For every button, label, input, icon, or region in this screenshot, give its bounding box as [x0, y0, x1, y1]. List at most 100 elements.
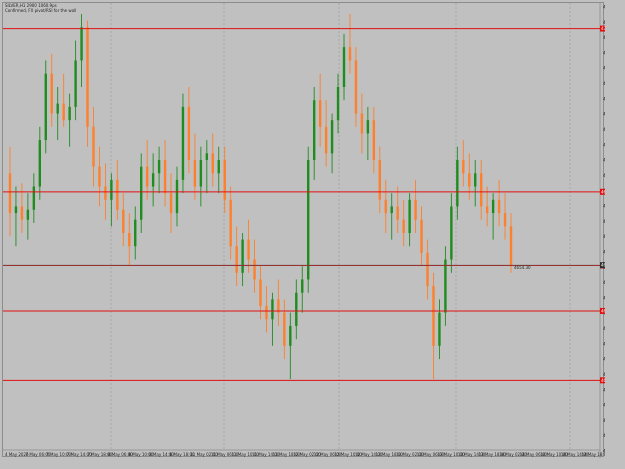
candle-body: [128, 232, 131, 247]
candle-body: [342, 47, 346, 87]
candle-body: [438, 312, 441, 346]
candle-body: [98, 166, 101, 187]
price-tick-label: 4616.70: [603, 387, 605, 392]
candle-body: [509, 226, 513, 267]
candle-body: [307, 159, 310, 280]
price-tick-label: 4732.10: [603, 5, 605, 10]
candle-body: [211, 153, 214, 174]
candle-body: [402, 219, 405, 233]
indicator-header: Confirmed, FX pivot/RSI for the wall: [5, 8, 77, 13]
candle-body: [271, 299, 274, 320]
price-tick-label: 4699.80: [603, 112, 605, 117]
candle-body: [145, 166, 149, 187]
candle-body: [205, 153, 209, 160]
candle-body: [62, 103, 65, 121]
candle-body: [450, 206, 453, 260]
price-tick-label: 4607.55: [603, 418, 605, 423]
price-tick-label: 4695.10: [603, 127, 605, 132]
candle-body: [175, 179, 179, 214]
candle-body: [50, 73, 53, 114]
candle-body: [56, 103, 59, 114]
candle-body: [444, 259, 447, 313]
candle-body: [366, 120, 370, 134]
price-tick-label: 4709.05: [603, 81, 605, 86]
candle-body: [426, 252, 429, 287]
price-tick-label: 4713.60: [603, 66, 605, 71]
price-tick-label: 4630.55: [603, 341, 605, 346]
candle-body: [104, 186, 107, 200]
price-tick-label: 4644.35: [603, 295, 605, 300]
candle-body: [474, 173, 477, 187]
candle-body: [134, 219, 137, 247]
candle-body: [295, 292, 298, 326]
candle-body: [169, 193, 173, 214]
candle-body: [468, 173, 471, 187]
candle-body: [479, 173, 483, 207]
price-chart[interactable]: 4732.10 4727.55 4722.85 4718.30 4713.60 4709.…: [2, 2, 605, 458]
candle-body: [289, 325, 292, 346]
bid-price-label: 4654.30: [514, 265, 531, 270]
candle-body: [32, 186, 36, 210]
candle-body: [217, 159, 220, 174]
candle-body: [122, 209, 125, 233]
candle-body: [14, 206, 18, 214]
price-tick-label: 4690.55: [603, 142, 605, 147]
price-level-label: 4725.60: [601, 26, 605, 31]
candle-body: [26, 209, 30, 220]
candle-body: [38, 140, 42, 187]
candle-body: [318, 100, 322, 127]
price-tick-label: 4621.35: [603, 372, 605, 377]
candle-body: [497, 199, 501, 214]
candle-body: [336, 86, 340, 121]
price-level-label: 4640.50: [601, 308, 605, 313]
price-tick-label: 4625.90: [603, 357, 605, 362]
candle-body: [110, 179, 113, 200]
candle-body: [140, 166, 143, 220]
candle-body: [485, 206, 489, 214]
candle-body: [390, 206, 393, 214]
chart-window: 4732.10 4727.55 4722.85 4718.30 4713.60 4709.…: [0, 0, 625, 469]
candle-body: [80, 27, 83, 61]
price-tick-label: 4658.20: [603, 249, 605, 254]
price-tick-label: 4672.10: [603, 204, 605, 209]
price-tick-label: 4602.90: [603, 433, 605, 438]
candle-body: [420, 219, 423, 253]
candle-body: [92, 126, 95, 167]
candle-body: [187, 106, 191, 160]
price-tick-label: 4681.30: [603, 173, 605, 178]
price-tick-label: 4667.40: [603, 219, 605, 224]
candle-body: [408, 199, 411, 233]
candle-body: [235, 246, 238, 273]
candle-body: [241, 239, 244, 273]
candle-body: [348, 47, 352, 61]
candle-body: [396, 206, 399, 220]
candle-body: [199, 159, 203, 187]
candle-body: [116, 179, 119, 210]
price-tick-label: 4704.40: [603, 96, 605, 101]
candle-body: [312, 100, 316, 160]
candle-body: [157, 159, 161, 174]
candle-body: [456, 159, 459, 207]
price-tick-label: 4722.85: [603, 35, 605, 40]
candle-body: [68, 106, 71, 121]
price-tick-label: 4662.85: [603, 234, 605, 239]
candle-body: [378, 159, 381, 200]
time-tick-label: 14 May 18:00: [581, 452, 605, 457]
price-tick-label: 4648.95: [603, 280, 605, 285]
candle-body: [265, 305, 268, 320]
candle-body: [163, 159, 167, 194]
candle-body: [462, 159, 465, 174]
price-tick-label: 4685.90: [603, 158, 605, 163]
price-tick-label: 4635.10: [603, 326, 605, 331]
candle-body: [259, 279, 262, 306]
candle-body: [74, 60, 77, 107]
price-level-label: 4619.60: [601, 378, 605, 383]
candle-body: [20, 206, 24, 220]
chart-canvas[interactable]: 4732.10 4727.55 4722.85 4718.30 4713.60 4709.…: [3, 3, 605, 458]
candle-body: [354, 60, 358, 114]
candle-body: [181, 106, 185, 180]
candle-body: [301, 279, 304, 293]
candle-body: [253, 259, 256, 280]
price-tick-label: 4718.30: [603, 50, 605, 55]
candle-body: [223, 159, 226, 200]
